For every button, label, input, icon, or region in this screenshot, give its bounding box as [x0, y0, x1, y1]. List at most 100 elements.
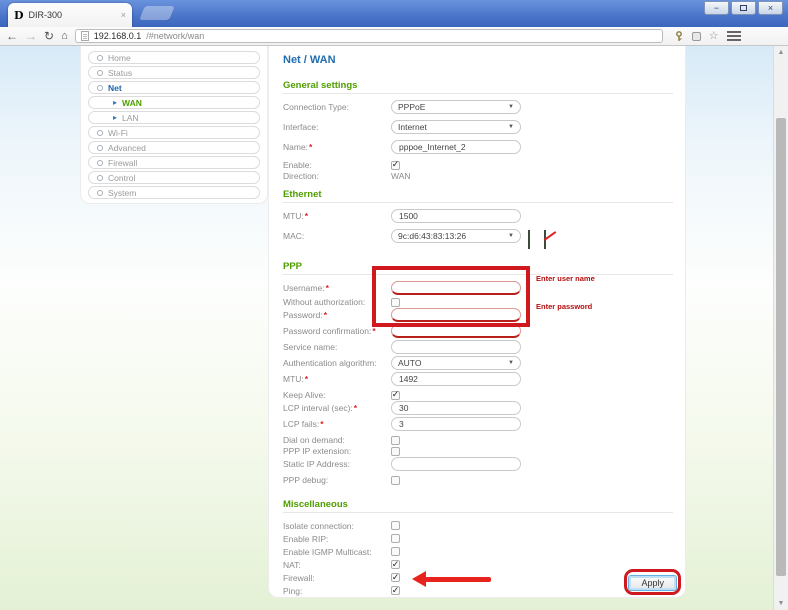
sidebar-item-status[interactable]: Status [88, 66, 260, 79]
ping-checkbox[interactable] [391, 586, 400, 595]
gear-icon [97, 70, 103, 76]
sidebar-item-advanced[interactable]: Advanced [88, 141, 260, 154]
chevron-right-icon: ▸ [113, 114, 117, 122]
tab-title: DIR-300 [29, 10, 116, 20]
scrollbar-thumb[interactable] [776, 118, 786, 576]
ping-label: Ping: [283, 586, 391, 596]
keep-alive-checkbox[interactable] [391, 391, 400, 400]
static-ip-label: Static IP Address: [283, 459, 391, 469]
ppp-mtu-input[interactable] [391, 372, 521, 386]
gear-icon [97, 190, 103, 196]
auth-algorithm-select[interactable]: AUTO▼ [391, 356, 521, 370]
mac-label: MAC: [283, 231, 391, 241]
key-icon[interactable] [674, 31, 684, 42]
apply-annotation-oval: Apply [624, 569, 681, 595]
url-path: /#network/wan [146, 31, 204, 41]
enter-password-hint: Enter password [536, 302, 592, 311]
ppp-ip-extension-checkbox[interactable] [391, 447, 400, 456]
mac-select[interactable]: 9c:d6:43:83:13:26▼ [391, 229, 521, 243]
lcp-interval-input[interactable] [391, 401, 521, 415]
chevron-right-icon: ▸ [113, 99, 117, 107]
divider [283, 202, 673, 203]
chevron-down-icon: ▼ [508, 360, 514, 366]
lcp-fails-input[interactable] [391, 417, 521, 431]
sidebar-item-net[interactable]: Net [88, 81, 260, 94]
static-ip-input[interactable] [391, 457, 521, 471]
nat-checkbox[interactable] [391, 560, 400, 569]
direction-value: WAN [391, 171, 411, 181]
address-bar[interactable]: 192.168.0.1 /#network/wan [75, 29, 663, 43]
ethernet-mtu-input[interactable] [391, 209, 521, 223]
divider [283, 93, 673, 94]
enable-rip-checkbox[interactable] [391, 534, 400, 543]
section-general-settings: General settings Connection Type: PPPoE▼… [283, 80, 685, 181]
mtu-label: MTU:* [283, 211, 391, 221]
enable-igmp-label: Enable IGMP Multicast: [283, 547, 391, 557]
name-label: Name:* [283, 142, 391, 152]
section-ethernet: Ethernet MTU:* MAC: 9c:d6:43:83:13:26▼ [283, 189, 685, 243]
enable-label: Enable: [283, 160, 391, 170]
ppp-ip-extension-label: PPP IP extension: [283, 446, 391, 456]
lcp-fails-label: LCP fails:* [283, 419, 391, 429]
bookmark-star-icon[interactable]: ☆ [709, 31, 719, 42]
browser-menu-icon[interactable] [727, 31, 741, 41]
back-icon[interactable]: ← [6, 30, 18, 42]
restore-icon [740, 5, 747, 11]
sidebar-item-home[interactable]: Home [88, 51, 260, 64]
scroll-up-icon[interactable]: ▲ [774, 49, 788, 56]
gear-icon [97, 175, 103, 181]
firewall-label: Firewall: [283, 573, 391, 583]
sidebar-item-system[interactable]: System [88, 186, 260, 199]
sidebar-item-control[interactable]: Control [88, 171, 260, 184]
ppp-mtu-label: MTU:* [283, 374, 391, 384]
scroll-down-icon[interactable]: ▼ [774, 600, 788, 607]
enable-checkbox[interactable] [391, 161, 400, 170]
credentials-annotation-rectangle [372, 266, 530, 327]
lcp-interval-label: LCP interval (sec):* [283, 403, 391, 413]
connection-type-label: Connection Type: [283, 102, 391, 112]
clone-mac-icon[interactable] [528, 231, 539, 241]
dial-on-demand-checkbox[interactable] [391, 436, 400, 445]
restore-mac-icon[interactable] [544, 231, 555, 241]
reload-icon[interactable]: ↻ [44, 30, 54, 42]
home-icon[interactable]: ⌂ [61, 31, 68, 42]
tab-close-icon[interactable]: × [121, 11, 126, 20]
isolate-connection-label: Isolate connection: [283, 521, 391, 531]
sidebar-item-lan[interactable]: ▸LAN [88, 111, 260, 124]
gear-icon [97, 85, 103, 91]
router-page: Home Status Net ▸WAN ▸LAN Wi-Fi Advanced… [0, 46, 788, 610]
enable-igmp-checkbox[interactable] [391, 547, 400, 556]
apply-button[interactable]: Apply [628, 575, 677, 591]
sidebar-item-wan[interactable]: ▸WAN [88, 96, 260, 109]
enter-username-hint: Enter user name [536, 274, 595, 283]
name-input[interactable] [391, 140, 521, 154]
url-host: 192.168.0.1 [94, 31, 142, 41]
window-close-button[interactable]: × [758, 1, 783, 15]
browser-toolbar: ← → ↻ ⌂ 192.168.0.1 /#network/wan ☆ [0, 27, 788, 46]
dial-on-demand-label: Dial on demand: [283, 435, 391, 445]
gear-icon [97, 55, 103, 61]
ppp-debug-checkbox[interactable] [391, 476, 400, 485]
isolate-connection-checkbox[interactable] [391, 521, 400, 530]
connection-type-select[interactable]: PPPoE▼ [391, 100, 521, 114]
chevron-down-icon: ▼ [508, 124, 514, 130]
forward-icon: → [25, 30, 37, 42]
firewall-checkbox[interactable] [391, 573, 400, 582]
browser-scrollbar[interactable]: ▲ ▼ [773, 46, 788, 610]
page-icon [81, 31, 89, 41]
window-restore-button[interactable] [731, 1, 756, 15]
new-tab-button[interactable] [139, 6, 175, 20]
service-name-input[interactable] [391, 340, 521, 354]
sidebar-item-firewall[interactable]: Firewall [88, 156, 260, 169]
divider [283, 512, 673, 513]
nat-label: NAT: [283, 560, 391, 570]
interface-label: Interface: [283, 122, 391, 132]
sidebar-item-wifi[interactable]: Wi-Fi [88, 126, 260, 139]
browser-tab[interactable]: D DIR-300 × [8, 3, 132, 27]
interface-select[interactable]: Internet▼ [391, 120, 521, 134]
window-minimize-button[interactable]: − [704, 1, 729, 15]
keep-alive-label: Keep Alive: [283, 390, 391, 400]
extension-icon[interactable] [692, 32, 701, 41]
sidebar: Home Status Net ▸WAN ▸LAN Wi-Fi Advanced… [80, 46, 268, 204]
page-title: Net / WAN [283, 54, 685, 66]
